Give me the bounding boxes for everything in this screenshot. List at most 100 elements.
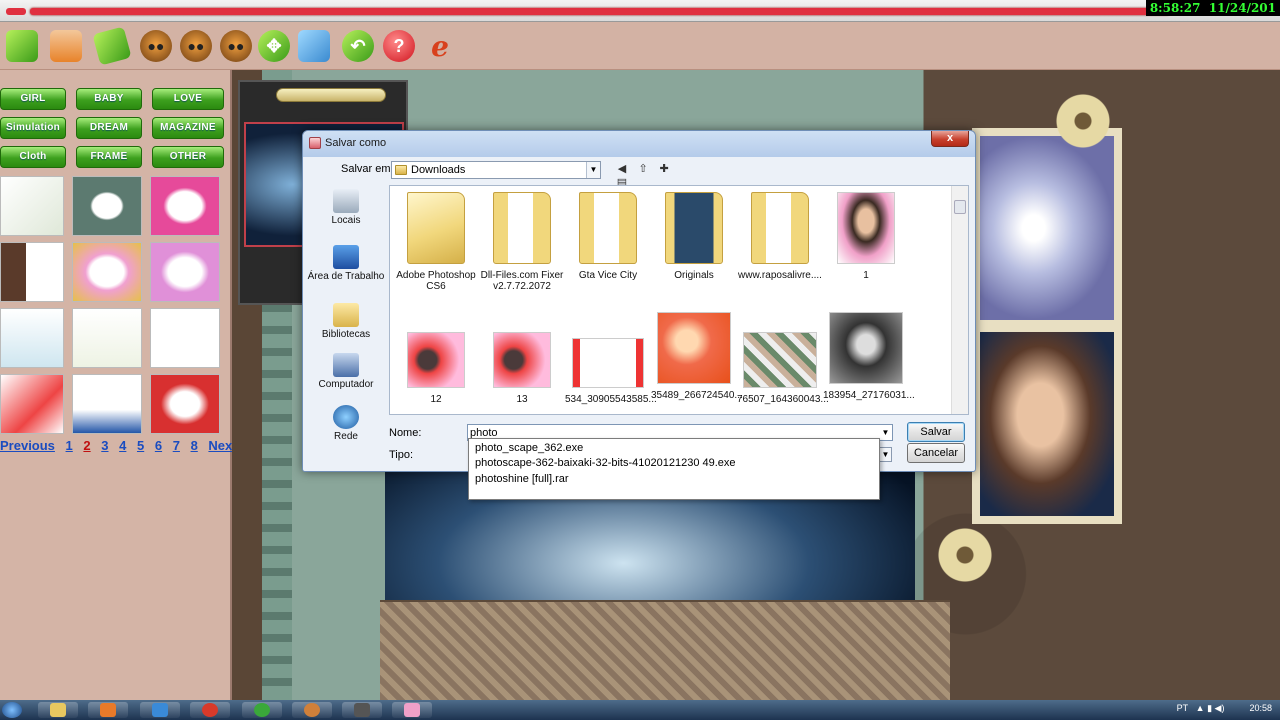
pencil-icon[interactable]	[92, 26, 132, 66]
frame-thumbnail[interactable]	[72, 242, 142, 302]
autocomplete-item[interactable]: photoshine [full].rar	[475, 473, 569, 485]
frame-thumbnail[interactable]	[0, 374, 64, 434]
page-link[interactable]: 6	[155, 438, 162, 453]
help-icon[interactable]: ?	[383, 30, 415, 62]
taskbar-utorrent[interactable]	[242, 702, 282, 718]
internet-explorer-icon	[152, 703, 168, 717]
category-dream-button[interactable]: DREAM	[76, 117, 142, 139]
file-item[interactable]: 534_30905543585...	[565, 310, 657, 420]
image-thumbnail	[837, 192, 895, 264]
folder-icon	[395, 165, 407, 175]
place-network[interactable]: Rede	[307, 401, 385, 455]
category-love-button[interactable]: LOVE	[152, 88, 224, 110]
bird-icon[interactable]	[298, 30, 330, 62]
move-arrows-icon[interactable]: ✥	[258, 30, 290, 62]
file-item[interactable]: Adobe Photoshop CS6	[393, 190, 479, 300]
category-simulation-button[interactable]: Simulation	[0, 117, 66, 139]
frame-thumbnail[interactable]	[150, 308, 220, 368]
autocomplete-item[interactable]: photoscape-362-baixaki-32-bits-410201212…	[475, 457, 736, 469]
title-decoration	[6, 8, 26, 15]
pagination: Previous 1 2 3 4 5 6 7 8 Next	[0, 438, 237, 458]
frame-thumbnail[interactable]	[150, 374, 220, 434]
category-baby-button[interactable]: BABY	[76, 88, 142, 110]
file-item[interactable]: Originals	[651, 190, 737, 300]
page-link[interactable]: 4	[119, 438, 126, 453]
chevron-down-icon[interactable]: ▼	[586, 162, 600, 178]
taskbar-explorer[interactable]	[38, 702, 78, 718]
save-in-dropdown[interactable]: Downloads ▼	[391, 161, 601, 179]
scrollbar-thumb[interactable]	[954, 200, 966, 214]
page-link-current[interactable]: 2	[83, 438, 90, 453]
taskbar-app[interactable]	[292, 702, 332, 718]
undo-icon[interactable]: ↶	[342, 30, 374, 62]
save-as-dialog: Salvar como x Salvar em: Downloads ▼ ◀ ⇧…	[302, 130, 976, 472]
file-item[interactable]: 12	[393, 310, 479, 420]
file-type-dropdown[interactable]: ▼	[879, 447, 892, 462]
place-computer[interactable]: Computador	[307, 349, 385, 403]
frame-thumbnail[interactable]	[0, 242, 64, 302]
previous-page-link[interactable]: Previous	[0, 438, 55, 453]
frame-thumbnail[interactable]	[72, 374, 142, 434]
category-magazine-button[interactable]: MAGAZINE	[152, 117, 224, 139]
image-thumbnail	[572, 338, 644, 388]
folder-icon[interactable]	[50, 30, 82, 62]
page-link[interactable]: 5	[137, 438, 144, 453]
app-toolbar: ●● ●● ●● ✥ ↶ ? e	[0, 22, 1280, 70]
frame-thumbnail[interactable]	[72, 176, 142, 236]
taskbar-clock[interactable]: 20:58	[1249, 703, 1272, 713]
file-item[interactable]: 76507_164360043...	[737, 310, 829, 420]
language-indicator[interactable]: PT	[1177, 703, 1189, 713]
category-frame-button[interactable]: FRAME	[76, 146, 142, 168]
place-label: Bibliotecas	[321, 329, 371, 340]
chevron-down-icon[interactable]: ▼	[879, 425, 892, 440]
autocomplete-item[interactable]: photo_scape_362.exe	[475, 442, 583, 454]
folder-icon	[665, 192, 723, 264]
owl-icon[interactable]: ●●	[180, 30, 212, 62]
frame-thumbnail[interactable]	[150, 242, 220, 302]
file-item[interactable]: Dll-Files.com Fixer v2.7.72.2072	[479, 190, 565, 300]
up-folder-icon[interactable]: ⇧	[636, 162, 650, 176]
page-link[interactable]: 3	[101, 438, 108, 453]
page-link[interactable]: 7	[173, 438, 180, 453]
disc-owl-icon[interactable]: ●●	[220, 30, 252, 62]
internet-explorer-icon[interactable]: e	[424, 30, 456, 63]
place-desktop[interactable]: Área de Trabalho	[307, 241, 385, 295]
dialog-close-button[interactable]: x	[931, 131, 969, 147]
file-list[interactable]: Adobe Photoshop CS6 Dll-Files.com Fixer …	[389, 185, 969, 415]
image-thumbnail	[493, 332, 551, 388]
file-list-scrollbar[interactable]	[951, 186, 968, 414]
place-label: Área de Trabalho	[307, 271, 385, 282]
place-locais[interactable]: Locais	[307, 185, 385, 239]
save-button[interactable]: Salvar	[907, 422, 965, 442]
dialog-app-icon	[309, 137, 321, 149]
cancel-button[interactable]: Cancelar	[907, 443, 965, 463]
new-folder-icon[interactable]: ✚	[657, 162, 671, 176]
category-cloth-button[interactable]: Cloth	[0, 146, 66, 168]
frame-thumbnail[interactable]	[0, 176, 64, 236]
taskbar-chrome[interactable]	[190, 702, 230, 718]
back-arrow-icon[interactable]: ◀	[615, 162, 629, 176]
category-girl-button[interactable]: GIRL	[0, 88, 66, 110]
taskbar-media[interactable]	[88, 702, 128, 718]
file-item[interactable]: 35489_266724540...	[651, 310, 743, 420]
frame-thumbnail[interactable]	[150, 176, 220, 236]
frame-thumbnail[interactable]	[0, 308, 64, 368]
save-in-label: Salvar em:	[341, 163, 394, 175]
page-link[interactable]: 8	[191, 438, 198, 453]
frame-thumbnail[interactable]	[72, 308, 142, 368]
file-item[interactable]: 1	[823, 190, 909, 300]
taskbar-app[interactable]	[342, 702, 382, 718]
taskbar-app[interactable]	[392, 702, 432, 718]
file-item[interactable]: 13	[479, 310, 565, 420]
taskbar-ie[interactable]	[140, 702, 180, 718]
file-item[interactable]: 183954_27176031...	[823, 310, 915, 420]
owl-icon[interactable]: ●●	[140, 30, 172, 62]
place-libraries[interactable]: Bibliotecas	[307, 299, 385, 353]
file-item[interactable]: Gta Vice City	[565, 190, 651, 300]
start-button[interactable]	[2, 702, 22, 718]
frame-preview-handle	[276, 88, 386, 102]
page-link[interactable]: 1	[66, 438, 73, 453]
file-item[interactable]: www.raposalivre....	[737, 190, 823, 300]
note-icon[interactable]	[6, 30, 38, 62]
category-other-button[interactable]: OTHER	[152, 146, 224, 168]
